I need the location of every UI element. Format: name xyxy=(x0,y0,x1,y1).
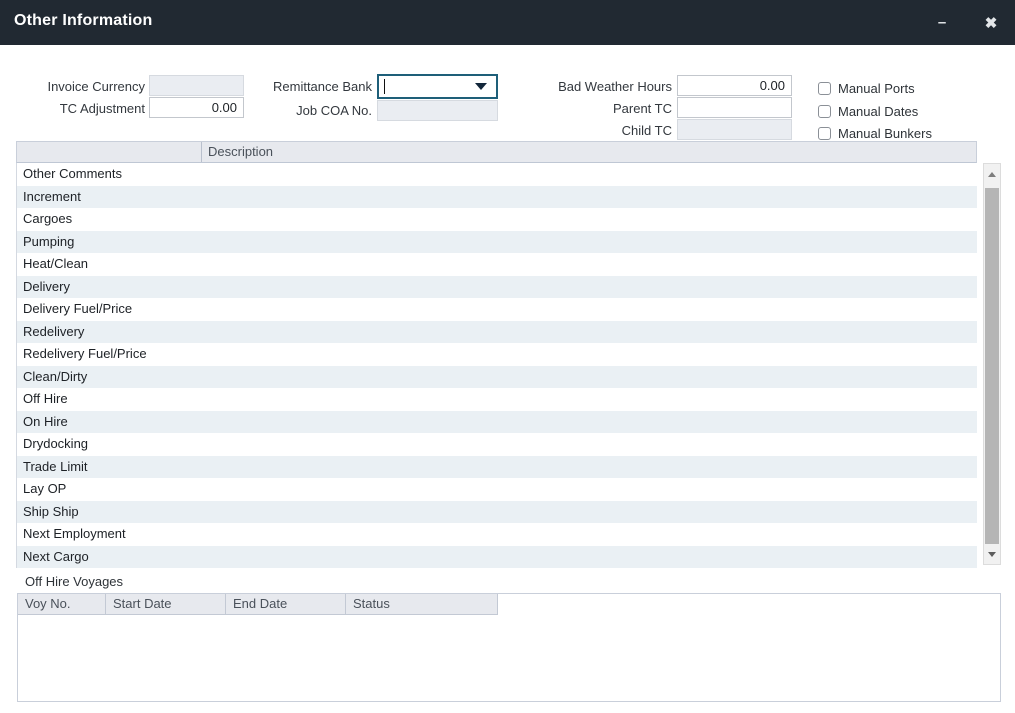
tc-adjustment-label: TC Adjustment xyxy=(20,101,145,117)
manual-dates-row: Manual Dates xyxy=(818,103,918,119)
parent-tc-field[interactable] xyxy=(677,97,792,118)
child-tc-label: Child TC xyxy=(520,123,672,139)
table-row[interactable]: Next Employment xyxy=(17,523,977,546)
scrollbar-thumb[interactable] xyxy=(985,188,999,544)
table-row[interactable]: Other Comments xyxy=(17,163,977,186)
close-button[interactable]: ✖ xyxy=(974,0,1008,45)
table-row[interactable]: Clean/Dirty xyxy=(17,366,977,389)
scroll-up-button[interactable] xyxy=(984,166,1000,182)
dialog-titlebar: Other Information – ✖ xyxy=(0,0,1015,45)
manual-bunkers-checkbox[interactable] xyxy=(818,127,831,140)
table-row[interactable]: Delivery xyxy=(17,276,977,299)
manual-dates-label: Manual Dates xyxy=(838,104,918,119)
table-row[interactable]: Lay OP xyxy=(17,478,977,501)
manual-ports-label: Manual Ports xyxy=(838,81,915,96)
manual-bunkers-label: Manual Bunkers xyxy=(838,126,932,141)
page-title: Other Information xyxy=(14,12,153,30)
text-caret xyxy=(384,79,385,94)
bad-weather-hours-field[interactable] xyxy=(677,75,792,96)
table-row[interactable]: Next Cargo xyxy=(17,546,977,569)
bad-weather-hours-label: Bad Weather Hours xyxy=(520,79,672,95)
table-row[interactable]: Delivery Fuel/Price xyxy=(17,298,977,321)
job-coa-no-label: Job COA No. xyxy=(240,103,372,119)
description-grid: Description Other Comments Increment Car… xyxy=(16,141,1001,568)
manual-ports-row: Manual Ports xyxy=(818,80,915,96)
off-hire-voyages-grid: Voy No. Start Date End Date Status xyxy=(17,593,1001,702)
child-tc-field[interactable] xyxy=(677,119,792,140)
description-column-header: Description xyxy=(208,144,273,159)
job-coa-no-field[interactable] xyxy=(377,100,498,121)
status-column-header: Status xyxy=(346,594,498,615)
remittance-bank-label: Remittance Bank xyxy=(240,79,372,95)
table-row[interactable]: Redelivery xyxy=(17,321,977,344)
off-hire-voyages-title: Off Hire Voyages xyxy=(25,574,123,589)
parent-tc-label: Parent TC xyxy=(520,101,672,117)
voy-no-column-header: Voy No. xyxy=(18,594,106,615)
minimize-icon: – xyxy=(938,14,946,31)
vertical-scrollbar[interactable] xyxy=(983,163,1001,565)
table-row[interactable]: Increment xyxy=(17,186,977,209)
scroll-down-icon xyxy=(988,552,996,557)
table-row[interactable]: Ship Ship xyxy=(17,501,977,524)
table-row[interactable]: Trade Limit xyxy=(17,456,977,479)
manual-dates-checkbox[interactable] xyxy=(818,105,831,118)
table-row[interactable]: Pumping xyxy=(17,231,977,254)
manual-ports-checkbox[interactable] xyxy=(818,82,831,95)
tc-adjustment-field[interactable] xyxy=(149,97,244,118)
table-row[interactable]: On Hire xyxy=(17,411,977,434)
close-icon: ✖ xyxy=(985,14,998,32)
table-row[interactable]: Redelivery Fuel/Price xyxy=(17,343,977,366)
off-hire-voyages-header: Voy No. Start Date End Date Status xyxy=(18,594,498,615)
dropdown-arrow-icon[interactable] xyxy=(475,83,487,90)
manual-bunkers-row: Manual Bunkers xyxy=(818,125,932,141)
end-date-column-header: End Date xyxy=(226,594,346,615)
remittance-bank-combo[interactable] xyxy=(377,74,498,99)
table-row[interactable]: Drydocking xyxy=(17,433,977,456)
description-grid-header: Description xyxy=(16,141,977,163)
table-row[interactable]: Cargoes xyxy=(17,208,977,231)
start-date-column-header: Start Date xyxy=(106,594,226,615)
invoice-currency-field[interactable] xyxy=(149,75,244,96)
table-row[interactable]: Heat/Clean xyxy=(17,253,977,276)
invoice-currency-label: Invoice Currency xyxy=(20,79,145,95)
scroll-down-button[interactable] xyxy=(984,546,1000,562)
scroll-up-icon xyxy=(988,172,996,177)
table-row[interactable]: Off Hire xyxy=(17,388,977,411)
minimize-button[interactable]: – xyxy=(925,0,959,45)
description-rows: Other Comments Increment Cargoes Pumping… xyxy=(16,163,977,568)
column-separator xyxy=(201,142,202,162)
